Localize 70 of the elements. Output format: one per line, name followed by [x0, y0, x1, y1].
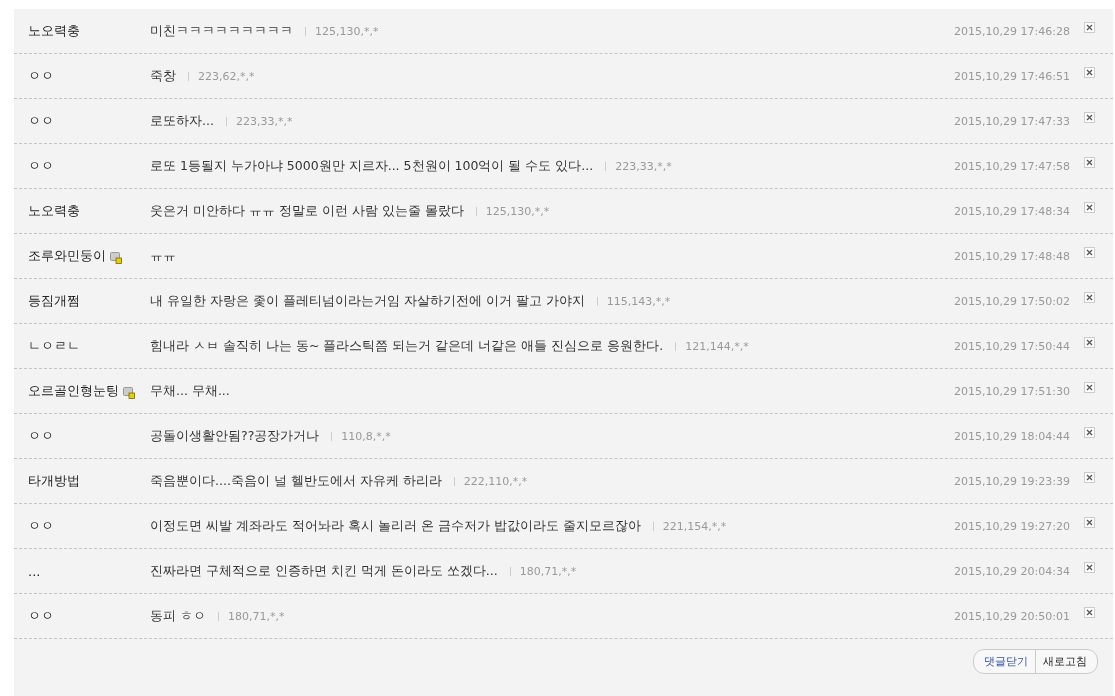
delete-icon[interactable] [1084, 516, 1095, 528]
nickname: ㄴㅇㄹㄴ [28, 337, 80, 355]
comment-date: 2015,10,29 17:46:28 [954, 24, 1070, 38]
comment-text: 죽음뿐이다....죽음이 널 헬반도에서 자유케 하리라 [150, 472, 442, 490]
comment-date: 2015,10,29 19:23:39 [954, 474, 1070, 488]
comment-date: 2015,10,29 17:48:34 [954, 204, 1070, 218]
comment-text: 힘내라 ㅅㅂ 솔직히 나는 동~ 플라스틱쯤 되는거 같은데 너같은 애들 진심으로 응원한다. [150, 337, 664, 355]
ip-address: 223,33,*,* [615, 159, 672, 173]
nickname: 노오력충 [28, 202, 80, 220]
ip-address: 110,8,*,* [341, 429, 391, 443]
comment-text: 이정도면 씨발 계좌라도 적어놔라 혹시 놀리러 온 금수저가 밥값이라도 줄지모르잖아 [150, 517, 641, 535]
ip-address: 125,130,*,* [485, 204, 550, 218]
ip-address: 222,110,*,* [463, 474, 528, 488]
delete-icon[interactable] [1084, 561, 1095, 573]
nickname: ㅇㅇ [28, 67, 54, 85]
nickname: ㅇㅇ [28, 607, 54, 625]
nickname: ㅇㅇ [28, 157, 54, 175]
comment-date: 2015,10,29 17:47:33 [954, 114, 1070, 128]
ip-address: 180,71,*,* [228, 609, 285, 623]
nickname: ㅇㅇ [28, 427, 54, 445]
comment-text: 로또하자... [150, 112, 214, 130]
ip-address: 223,62,*,* [198, 69, 255, 83]
refresh-button[interactable]: 새로고침 [1035, 650, 1097, 673]
comment-text: 죽창 [150, 67, 176, 85]
delete-icon[interactable] [1084, 111, 1095, 123]
ip-address: 221,154,*,* [662, 519, 727, 533]
delete-icon[interactable] [1084, 156, 1095, 168]
ip-address: 125,130,*,* [315, 24, 379, 38]
comment-text: ㅠㅠ [150, 247, 176, 265]
comment-text: 내 유일한 자랑은 좇이 플레티넘이라는거임 자살하기전에 이거 팔고 가야지 [150, 292, 585, 310]
comment-date: 2015,10,29 17:47:58 [954, 159, 1070, 173]
delete-icon[interactable] [1084, 201, 1095, 213]
ip-address: 115,143,*,* [606, 294, 671, 308]
delete-icon[interactable] [1084, 66, 1095, 78]
delete-icon[interactable] [1084, 291, 1095, 303]
ip-address: 121,144,*,* [685, 339, 749, 353]
delete-icon[interactable] [1084, 381, 1095, 393]
delete-icon[interactable] [1084, 336, 1095, 348]
comment-date: 2015,10,29 19:27:20 [954, 519, 1070, 533]
delete-icon[interactable] [1084, 426, 1095, 438]
nickname: ... [28, 563, 41, 579]
nickname: ㅇㅇ [28, 517, 54, 535]
delete-icon[interactable] [1084, 21, 1095, 33]
comment-text: 로또 1등될지 누가아냐 5000원만 지르자... 5천원이 100억이 될 수도 있다... [150, 157, 594, 175]
comment-text: 동피 ㅎㅇ [150, 607, 206, 625]
comment-text: 미친ㅋㅋㅋㅋㅋㅋㅋㅋㅋ [150, 22, 293, 40]
nickname: 조루와민둥이 [28, 247, 106, 265]
comment-text: 진짜라면 구체적으로 인증하면 치킨 먹게 돈이라도 쏘겠다... [150, 562, 498, 580]
nickname: 노오력충 [28, 22, 80, 40]
comment-text: 무채... 무채... [150, 382, 230, 400]
delete-icon[interactable] [1084, 606, 1095, 618]
comment-date: 2015,10,29 17:50:02 [954, 294, 1070, 308]
close-comments-button[interactable]: 댓글닫기 [974, 650, 1035, 673]
comment-date: 2015,10,29 17:50:44 [954, 339, 1070, 353]
comment-date: 2015,10,29 18:04:44 [954, 429, 1070, 443]
comment-date: 2015,10,29 20:04:34 [954, 564, 1070, 578]
comment-text: 공돌이생활안됨??공장가거나 [150, 427, 320, 445]
nickname: 오르골인형눈팅 [28, 382, 119, 400]
nickname: 등짐개쩜 [28, 292, 80, 310]
nickname: ㅇㅇ [28, 112, 54, 130]
delete-icon[interactable] [1084, 246, 1095, 258]
ip-address: 180,71,*,* [519, 564, 577, 578]
comment-date: 2015,10,29 17:51:30 [954, 384, 1070, 398]
comment-date: 2015,10,29 17:46:51 [954, 69, 1070, 83]
comment-text: 웃은거 미안하다 ㅠㅠ 정말로 이런 사람 있는줄 몰랐다 [150, 202, 464, 220]
comment-date: 2015,10,29 17:48:48 [954, 249, 1070, 263]
comment-date: 2015,10,29 20:50:01 [954, 609, 1070, 623]
nickname: 타개방법 [28, 472, 80, 490]
delete-icon[interactable] [1084, 471, 1095, 483]
ip-address: 223,33,*,* [235, 114, 293, 128]
